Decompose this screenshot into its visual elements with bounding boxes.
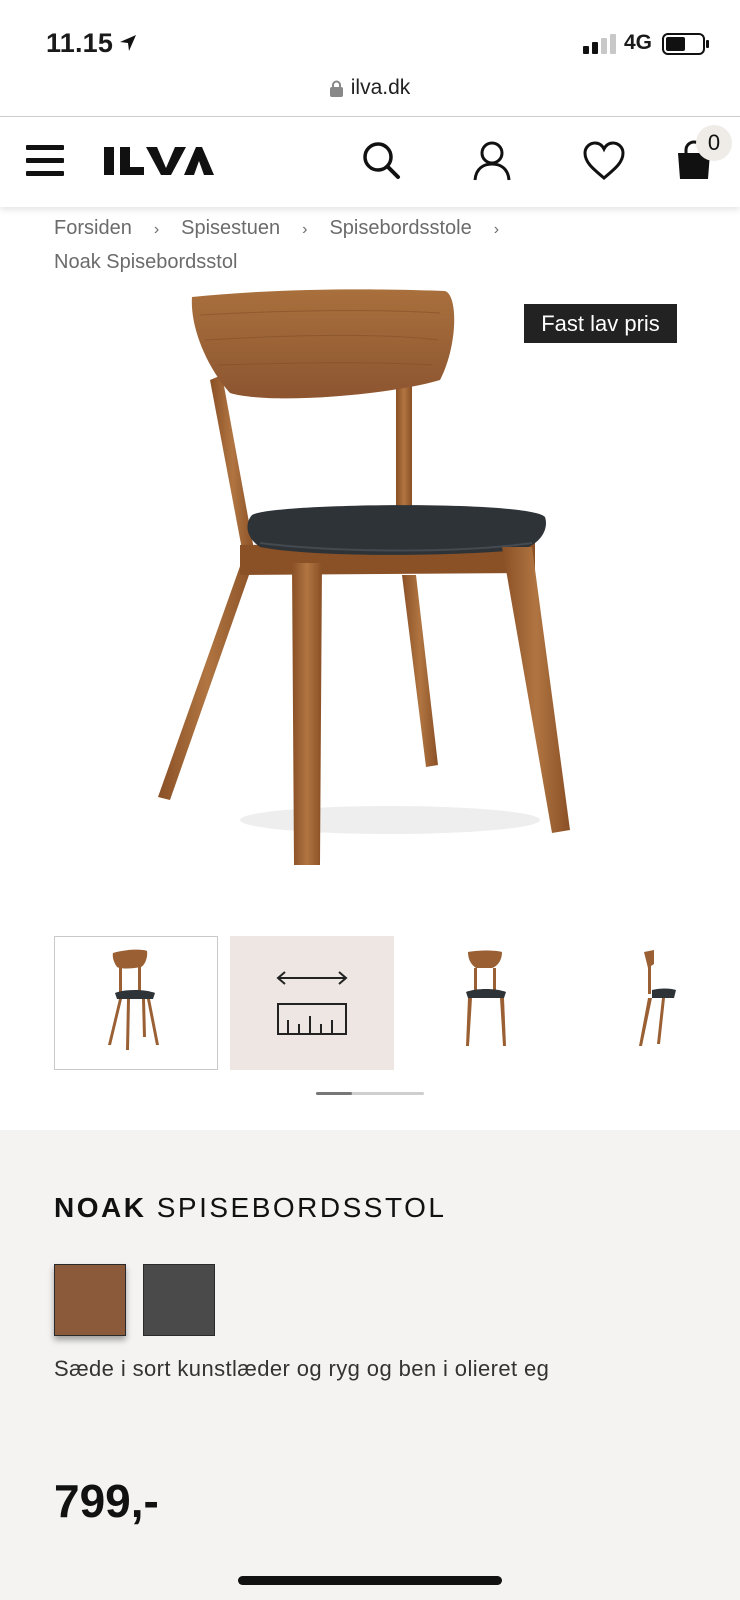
battery-icon: [662, 33, 709, 55]
product-title: NOAK SPISEBORDSSTOL: [54, 1192, 446, 1224]
thumbnail-side[interactable]: [582, 936, 740, 1070]
network-type: 4G: [624, 31, 653, 54]
carousel-scroll-thumb[interactable]: [316, 1092, 352, 1095]
chair-thumbnail-icon: [108, 949, 159, 1050]
chevron-right-icon: ›: [302, 221, 308, 238]
breadcrumb-current: Noak Spisebordsstol: [54, 251, 238, 273]
product-main-image[interactable]: [140, 285, 600, 895]
product-description: Sæde i sort kunstlæder og ryg og ben i o…: [54, 1356, 550, 1381]
home-indicator[interactable]: [238, 1576, 502, 1585]
lock-icon: [329, 80, 343, 97]
url-text: ilva.dk: [350, 76, 411, 99]
thumbnail-front-selected[interactable]: [54, 936, 218, 1070]
breadcrumb-link-dining[interactable]: Spisestuen: [181, 212, 280, 244]
breadcrumb: Forsiden › Spisestuen › Spisebordsstole › Noa…: [54, 212, 674, 278]
thumbnail-carousel[interactable]: [54, 936, 740, 1070]
user-icon[interactable]: [470, 139, 514, 183]
ilva-logo[interactable]: [104, 143, 214, 179]
signal-icon: [583, 34, 616, 54]
site-header: [0, 117, 740, 207]
chair-thumbnail-icon: [466, 950, 506, 1046]
breadcrumb-link-chairs[interactable]: Spisebordsstole: [329, 212, 471, 244]
chevron-right-icon: ›: [493, 221, 500, 238]
product-price: 799,-: [54, 1475, 159, 1527]
thumbnail-front-2[interactable]: [406, 936, 570, 1070]
heart-icon[interactable]: [582, 139, 626, 183]
status-time: 11.15: [46, 28, 114, 58]
menu-icon[interactable]: [26, 145, 64, 179]
status-bar: 11.15 4G: [0, 0, 740, 70]
product-info-panel: NOAK SPISEBORDSSTOL Sæde i sort kunstlæd…: [0, 1130, 740, 1600]
location-arrow-icon: [120, 35, 136, 51]
address-bar[interactable]: ilva.dk: [0, 72, 740, 116]
ruler-measure-icon: [276, 971, 348, 1035]
product-title-name: NOAK: [54, 1192, 147, 1223]
color-swatch-grey[interactable]: [143, 1264, 215, 1336]
breadcrumb-link-home[interactable]: Forsiden: [54, 212, 132, 244]
thumbnail-measurements[interactable]: [230, 936, 394, 1070]
cart-count-badge[interactable]: 0: [696, 125, 732, 161]
price-badge: Fast lav pris: [524, 304, 677, 343]
color-swatch-oak[interactable]: [54, 1264, 126, 1336]
chair-thumbnail-icon: [639, 950, 676, 1046]
search-icon[interactable]: [360, 139, 404, 183]
product-title-type: SPISEBORDSSTOL: [156, 1192, 447, 1223]
chevron-right-icon: ›: [153, 221, 160, 238]
